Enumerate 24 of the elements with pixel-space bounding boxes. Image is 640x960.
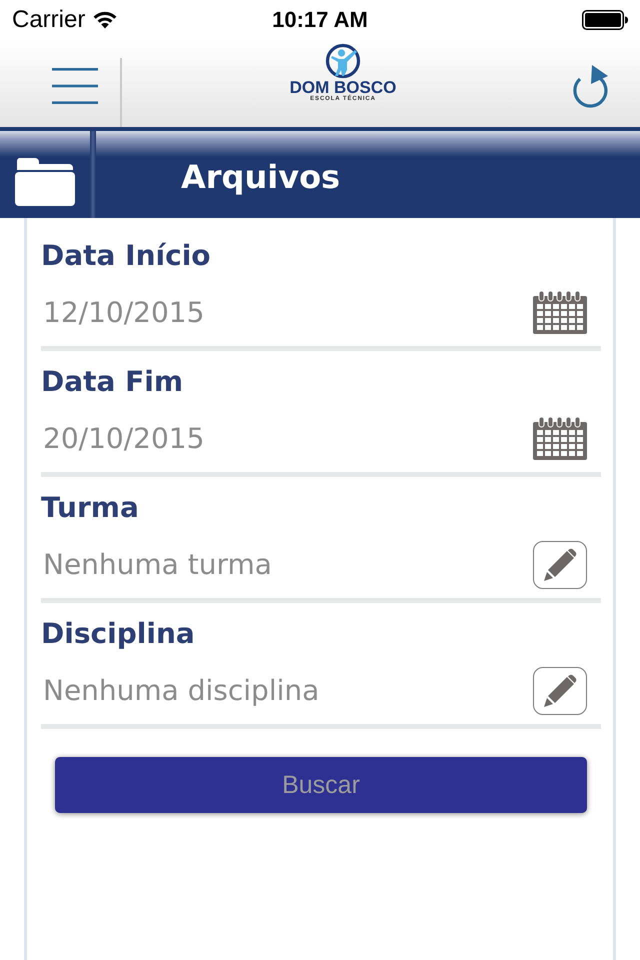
pencil-icon [543,548,577,582]
page-title: Arquivos [181,158,340,194]
battery-icon [582,10,628,30]
menu-button[interactable] [52,66,100,106]
date-field[interactable]: 20/10/2015 [41,397,601,477]
field-label: Data Início [41,241,212,271]
date-field[interactable]: 12/10/2015 [41,271,601,351]
carrier-label: Carrier [12,6,86,34]
menu-icon [52,68,98,104]
folder-icon [15,158,75,206]
edit-button[interactable] [533,540,587,588]
wifi-icon [93,11,118,29]
calendar-icon[interactable] [533,417,587,460]
pencil-icon [543,674,577,708]
status-time: 10:17 AM [272,7,368,33]
logo-name: DOM BOSCO [290,79,396,96]
logo-emblem-icon [325,43,361,79]
field-label: Data Fim [41,367,184,397]
selection-field[interactable]: Nenhuma turma [41,523,601,603]
edit-button[interactable] [533,666,587,714]
field-label: Turma [41,493,140,523]
calendar-icon[interactable] [533,291,587,334]
selection-field[interactable]: Nenhuma disciplina [41,649,601,729]
field-label: Disciplina [41,619,196,649]
